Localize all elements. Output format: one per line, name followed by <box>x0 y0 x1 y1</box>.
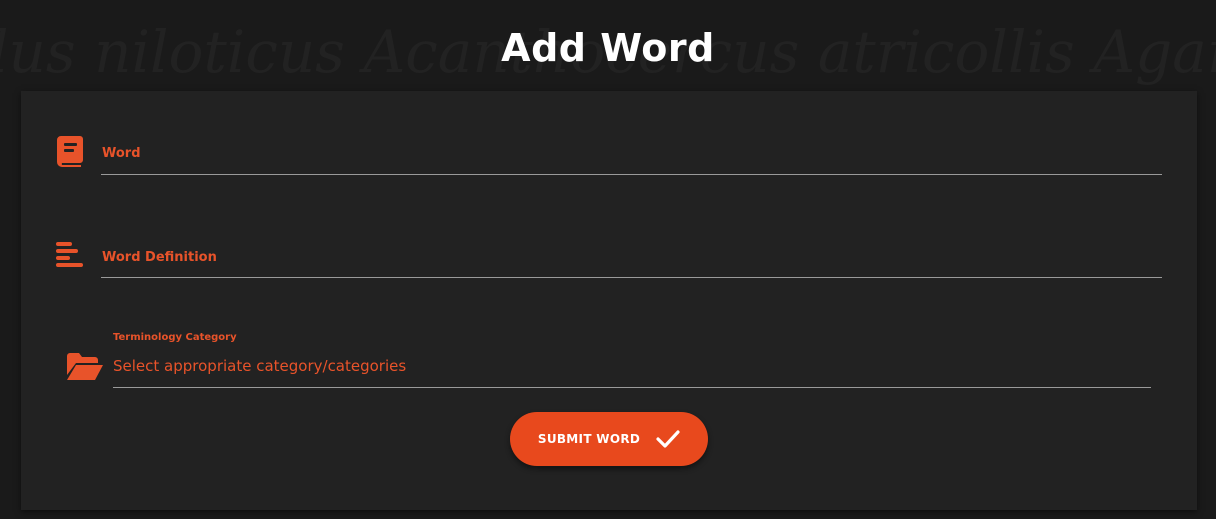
submit-word-button[interactable]: SUBMIT WORD <box>510 412 708 466</box>
word-definition-label: Word Definition <box>102 250 217 265</box>
word-label: Word <box>102 146 141 161</box>
add-word-form: Word Word Definition Terminology Categor… <box>21 91 1197 510</box>
category-select-underline <box>113 387 1151 388</box>
word-input-underline <box>101 174 1162 175</box>
check-icon <box>656 430 680 448</box>
word-definition-input-underline <box>101 277 1162 278</box>
book-icon <box>57 136 83 167</box>
page-title: Add Word <box>501 26 715 70</box>
terminology-category-label: Terminology Category <box>113 332 237 343</box>
text-lines-icon <box>56 242 83 267</box>
folder-open-icon <box>67 353 103 380</box>
category-select-placeholder: Select appropriate category/categories <box>113 357 407 375</box>
submit-word-label: SUBMIT WORD <box>537 432 641 446</box>
